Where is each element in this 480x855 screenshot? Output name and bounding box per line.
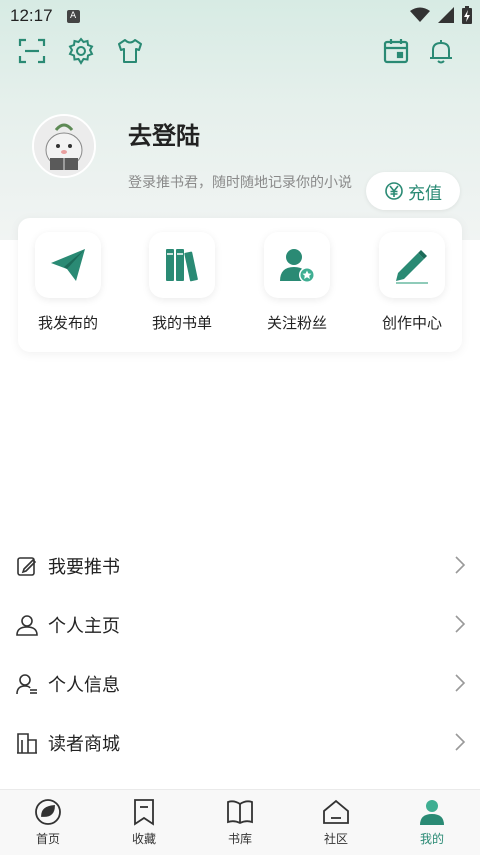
- bottom-nav: 首页 收藏 书库 社区 我的: [0, 789, 480, 855]
- nav-favorites[interactable]: 收藏: [96, 790, 192, 855]
- login-subtitle: 登录推书君，随时随地记录你的小说: [128, 175, 352, 191]
- chevron-right-icon: [455, 733, 466, 751]
- building-icon: [16, 732, 38, 754]
- bell-icon[interactable]: [426, 36, 456, 66]
- settings-gear-icon[interactable]: [66, 36, 96, 66]
- person-icon: [418, 798, 446, 826]
- nav-label: 我的: [419, 832, 444, 846]
- menu-item-recommend-book[interactable]: 我要推书: [0, 536, 480, 595]
- nav-label: 书库: [227, 832, 252, 846]
- nav-library[interactable]: 书库: [192, 790, 288, 855]
- scan-icon[interactable]: [17, 36, 47, 66]
- yuan-coin-icon: [385, 182, 403, 200]
- quick-item-follow-fans[interactable]: 关注粉丝: [247, 232, 347, 333]
- status-right: [410, 6, 472, 24]
- signal-icon: [438, 7, 454, 23]
- status-time: 12:17: [10, 6, 53, 25]
- menu-list: 我要推书 个人主页 个人信息 读者商城: [0, 536, 480, 772]
- menu-item-homepage[interactable]: 个人主页: [0, 595, 480, 654]
- open-book-icon: [226, 798, 254, 826]
- quick-icon-box: [264, 232, 330, 298]
- wifi-icon: [410, 7, 430, 22]
- recharge-button[interactable]: 充值: [366, 172, 460, 210]
- nav-mine[interactable]: 我的: [384, 790, 480, 855]
- pencil-icon: [396, 250, 428, 284]
- nav-label: 收藏: [131, 832, 156, 846]
- chevron-right-icon: [455, 556, 466, 574]
- quick-icon-box: [149, 232, 215, 298]
- home-leaf-icon: [34, 798, 62, 826]
- bookmark-icon: [130, 798, 158, 826]
- quick-actions-card: 我发布的 我的书单 关注粉丝 创作中心: [18, 218, 462, 352]
- house-icon: [322, 798, 350, 826]
- user-icon: [16, 614, 38, 636]
- menu-item-personal-info[interactable]: 个人信息: [0, 654, 480, 713]
- nav-community[interactable]: 社区: [288, 790, 384, 855]
- quick-item-creation-center[interactable]: 创作中心: [362, 232, 462, 333]
- login-title[interactable]: 去登陆: [128, 116, 200, 151]
- quick-label: 我的书单: [151, 314, 212, 332]
- menu-label: 读者商城: [48, 733, 120, 755]
- quick-item-my-booklist[interactable]: 我的书单: [132, 232, 232, 333]
- nav-label: 首页: [35, 832, 60, 846]
- top-toolbar: [0, 36, 480, 68]
- books-icon: [166, 249, 198, 282]
- paper-plane-icon: [51, 249, 85, 281]
- battery-icon: [462, 6, 472, 24]
- nav-home[interactable]: 首页: [0, 790, 96, 855]
- recharge-label: 充值: [408, 183, 442, 204]
- quick-icon-box: [379, 232, 445, 298]
- chevron-right-icon: [455, 615, 466, 633]
- menu-label: 个人主页: [48, 615, 120, 637]
- notification-a-icon: A: [66, 9, 80, 23]
- quick-icon-box: [35, 232, 101, 298]
- menu-label: 我要推书: [48, 556, 120, 578]
- quick-item-my-posts[interactable]: 我发布的: [18, 232, 118, 333]
- tshirt-icon[interactable]: [115, 36, 145, 66]
- chevron-right-icon: [455, 674, 466, 692]
- quick-label: 我发布的: [37, 314, 98, 332]
- quick-label: 创作中心: [381, 314, 442, 332]
- status-bar: 12:17 A: [0, 0, 480, 32]
- quick-label: 关注粉丝: [266, 314, 327, 332]
- menu-item-reader-mall[interactable]: 读者商城: [0, 713, 480, 772]
- user-star-icon: [280, 249, 315, 283]
- menu-label: 个人信息: [48, 674, 120, 696]
- avatar[interactable]: [32, 114, 96, 178]
- calendar-icon[interactable]: [381, 36, 411, 66]
- nav-label: 社区: [323, 832, 348, 846]
- user-info-icon: [16, 673, 38, 695]
- edit-icon: [16, 555, 38, 577]
